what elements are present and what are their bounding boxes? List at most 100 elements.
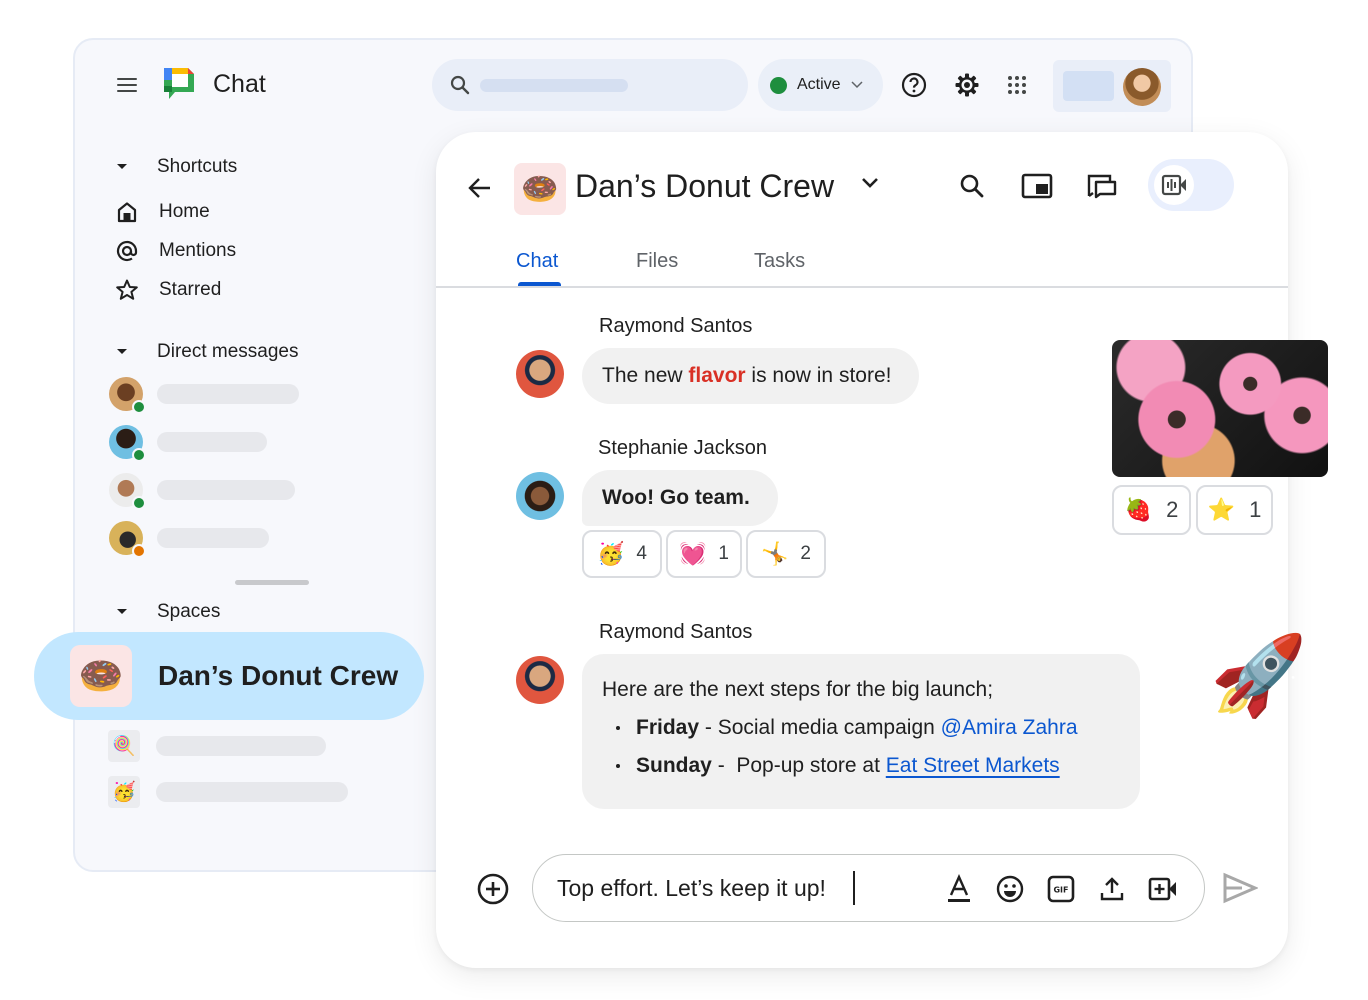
sidebar-item-selected-space[interactable]: 🍩 Dan’s Donut Crew <box>34 632 424 720</box>
send-icon <box>1223 872 1259 904</box>
location-link[interactable]: Eat Street Markets <box>886 754 1060 778</box>
chat-conversation-panel: 🍩 Dan’s Donut Crew Chat Files Tasks Raym… <box>436 132 1288 968</box>
apps-button[interactable] <box>1001 69 1033 101</box>
pop-out-button[interactable] <box>1019 168 1055 204</box>
reaction-chip[interactable]: 🍓 2 <box>1112 485 1191 535</box>
settings-button[interactable] <box>951 69 983 101</box>
dm-list-item[interactable] <box>109 377 299 414</box>
space-name-placeholder <box>156 782 348 802</box>
reaction-chip[interactable]: 🥳 4 <box>582 530 662 578</box>
gif-icon: GIF <box>1047 875 1075 903</box>
reaction-count: 1 <box>718 543 729 564</box>
back-button[interactable] <box>466 174 494 207</box>
reaction-count: 4 <box>636 543 647 564</box>
dm-name-placeholder <box>157 480 295 500</box>
format-text-icon <box>948 874 970 902</box>
user-mention[interactable]: @Amira Zahra <box>941 716 1078 740</box>
donut-photo-attachment[interactable] <box>1112 340 1328 477</box>
gif-button[interactable]: GIF <box>1045 873 1077 905</box>
tab-chat[interactable]: Chat <box>516 250 558 273</box>
sidebar-item-starred[interactable]: Starred <box>113 276 221 304</box>
presence-away-dot <box>132 544 146 558</box>
status-dropdown[interactable]: Active <box>758 59 883 111</box>
message-bubble: Woo! Go team. <box>582 470 778 526</box>
direct-messages-section-header[interactable]: Direct messages <box>115 341 299 363</box>
space-title[interactable]: Dan’s Donut Crew <box>575 168 834 205</box>
shortcuts-section-header[interactable]: Shortcuts <box>115 156 237 178</box>
space-list-item[interactable]: 🥳 <box>108 776 348 808</box>
dm-list-item[interactable] <box>109 425 267 462</box>
avatar[interactable] <box>516 656 564 704</box>
threads-button[interactable] <box>1084 168 1120 204</box>
list-item-separator: - <box>699 716 718 739</box>
threads-icon <box>1087 174 1117 199</box>
beating-heart-icon: 💓 <box>679 541 707 566</box>
presence-active-dot <box>132 448 146 462</box>
presence-active-dot <box>132 400 146 414</box>
nav-label: Mentions <box>159 240 237 261</box>
shortcuts-label: Shortcuts <box>157 156 238 177</box>
donut-icon: 🍩 <box>70 645 132 707</box>
message-text: Woo! Go team. <box>602 486 750 509</box>
active-status-dot <box>770 76 787 94</box>
dm-list-item[interactable] <box>109 473 295 510</box>
dm-name-placeholder <box>157 528 269 548</box>
emoji-button[interactable] <box>994 873 1026 905</box>
dm-list-item[interactable] <box>109 521 269 558</box>
help-button[interactable] <box>898 69 930 101</box>
list-item-separator: - <box>711 754 737 777</box>
tab-tasks[interactable]: Tasks <box>754 250 805 273</box>
caret-down-icon <box>115 606 127 618</box>
app-title: Chat <box>213 70 266 98</box>
avatar[interactable] <box>516 350 564 398</box>
account-switcher[interactable] <box>1053 60 1171 112</box>
message-text: is now in store! <box>745 364 892 387</box>
reaction-count: 2 <box>800 543 811 564</box>
search-placeholder-bar <box>480 79 628 92</box>
reaction-chip[interactable]: ⭐ 1 <box>1196 485 1273 535</box>
dm-name-placeholder <box>157 432 267 452</box>
huddle-toggle[interactable] <box>1148 159 1234 211</box>
spaces-section-header[interactable]: Spaces <box>115 601 220 623</box>
user-avatar[interactable] <box>1123 68 1161 106</box>
hamburger-menu-icon[interactable] <box>115 74 139 98</box>
upload-button[interactable] <box>1096 873 1128 905</box>
message-text: Here are the next steps for the big laun… <box>602 678 994 701</box>
send-button[interactable] <box>1222 872 1259 909</box>
gear-icon <box>955 73 979 97</box>
reaction-chip[interactable]: 💓 1 <box>666 530 742 578</box>
partying-face-icon: 🥳 <box>597 541 625 566</box>
add-attachment-button[interactable] <box>476 872 510 911</box>
list-item-day: Sunday <box>636 754 712 777</box>
sidebar-item-mentions[interactable]: Mentions <box>113 237 236 265</box>
nav-label: Home <box>159 201 210 222</box>
spaces-label: Spaces <box>157 601 221 622</box>
space-list-item[interactable]: 🍭 <box>108 730 326 762</box>
avatar[interactable] <box>516 472 564 520</box>
lollipop-icon: 🍭 <box>108 730 140 762</box>
scroll-handle[interactable] <box>235 580 309 585</box>
chevron-down-icon[interactable] <box>860 176 880 195</box>
search-bar[interactable] <box>432 59 748 111</box>
sidebar-item-home[interactable]: Home <box>113 198 210 226</box>
space-tabs: Chat Files Tasks <box>436 240 1288 288</box>
party-face-icon: 🥳 <box>108 776 140 808</box>
nav-label: Starred <box>159 279 222 300</box>
message-sender: Raymond Santos <box>599 621 753 643</box>
presence-active-dot <box>132 496 146 510</box>
add-video-meeting-icon <box>1148 877 1176 901</box>
reaction-chip[interactable]: 🤸 2 <box>746 530 826 578</box>
search-in-space-button[interactable] <box>954 168 990 204</box>
message-input[interactable] <box>557 875 917 902</box>
message-composer[interactable]: GIF <box>532 854 1205 922</box>
message-text: The new <box>602 364 689 387</box>
video-huddle-icon <box>1154 165 1194 205</box>
star-icon <box>113 276 141 304</box>
format-text-button[interactable] <box>943 873 975 905</box>
video-meeting-button[interactable] <box>1147 873 1179 905</box>
donut-icon: 🍩 <box>514 163 566 215</box>
list-item: Friday - Social media campaign @Amira Za… <box>602 716 1120 740</box>
chevron-down-icon <box>851 78 863 92</box>
tab-files[interactable]: Files <box>636 250 678 273</box>
bullet <box>616 726 620 730</box>
